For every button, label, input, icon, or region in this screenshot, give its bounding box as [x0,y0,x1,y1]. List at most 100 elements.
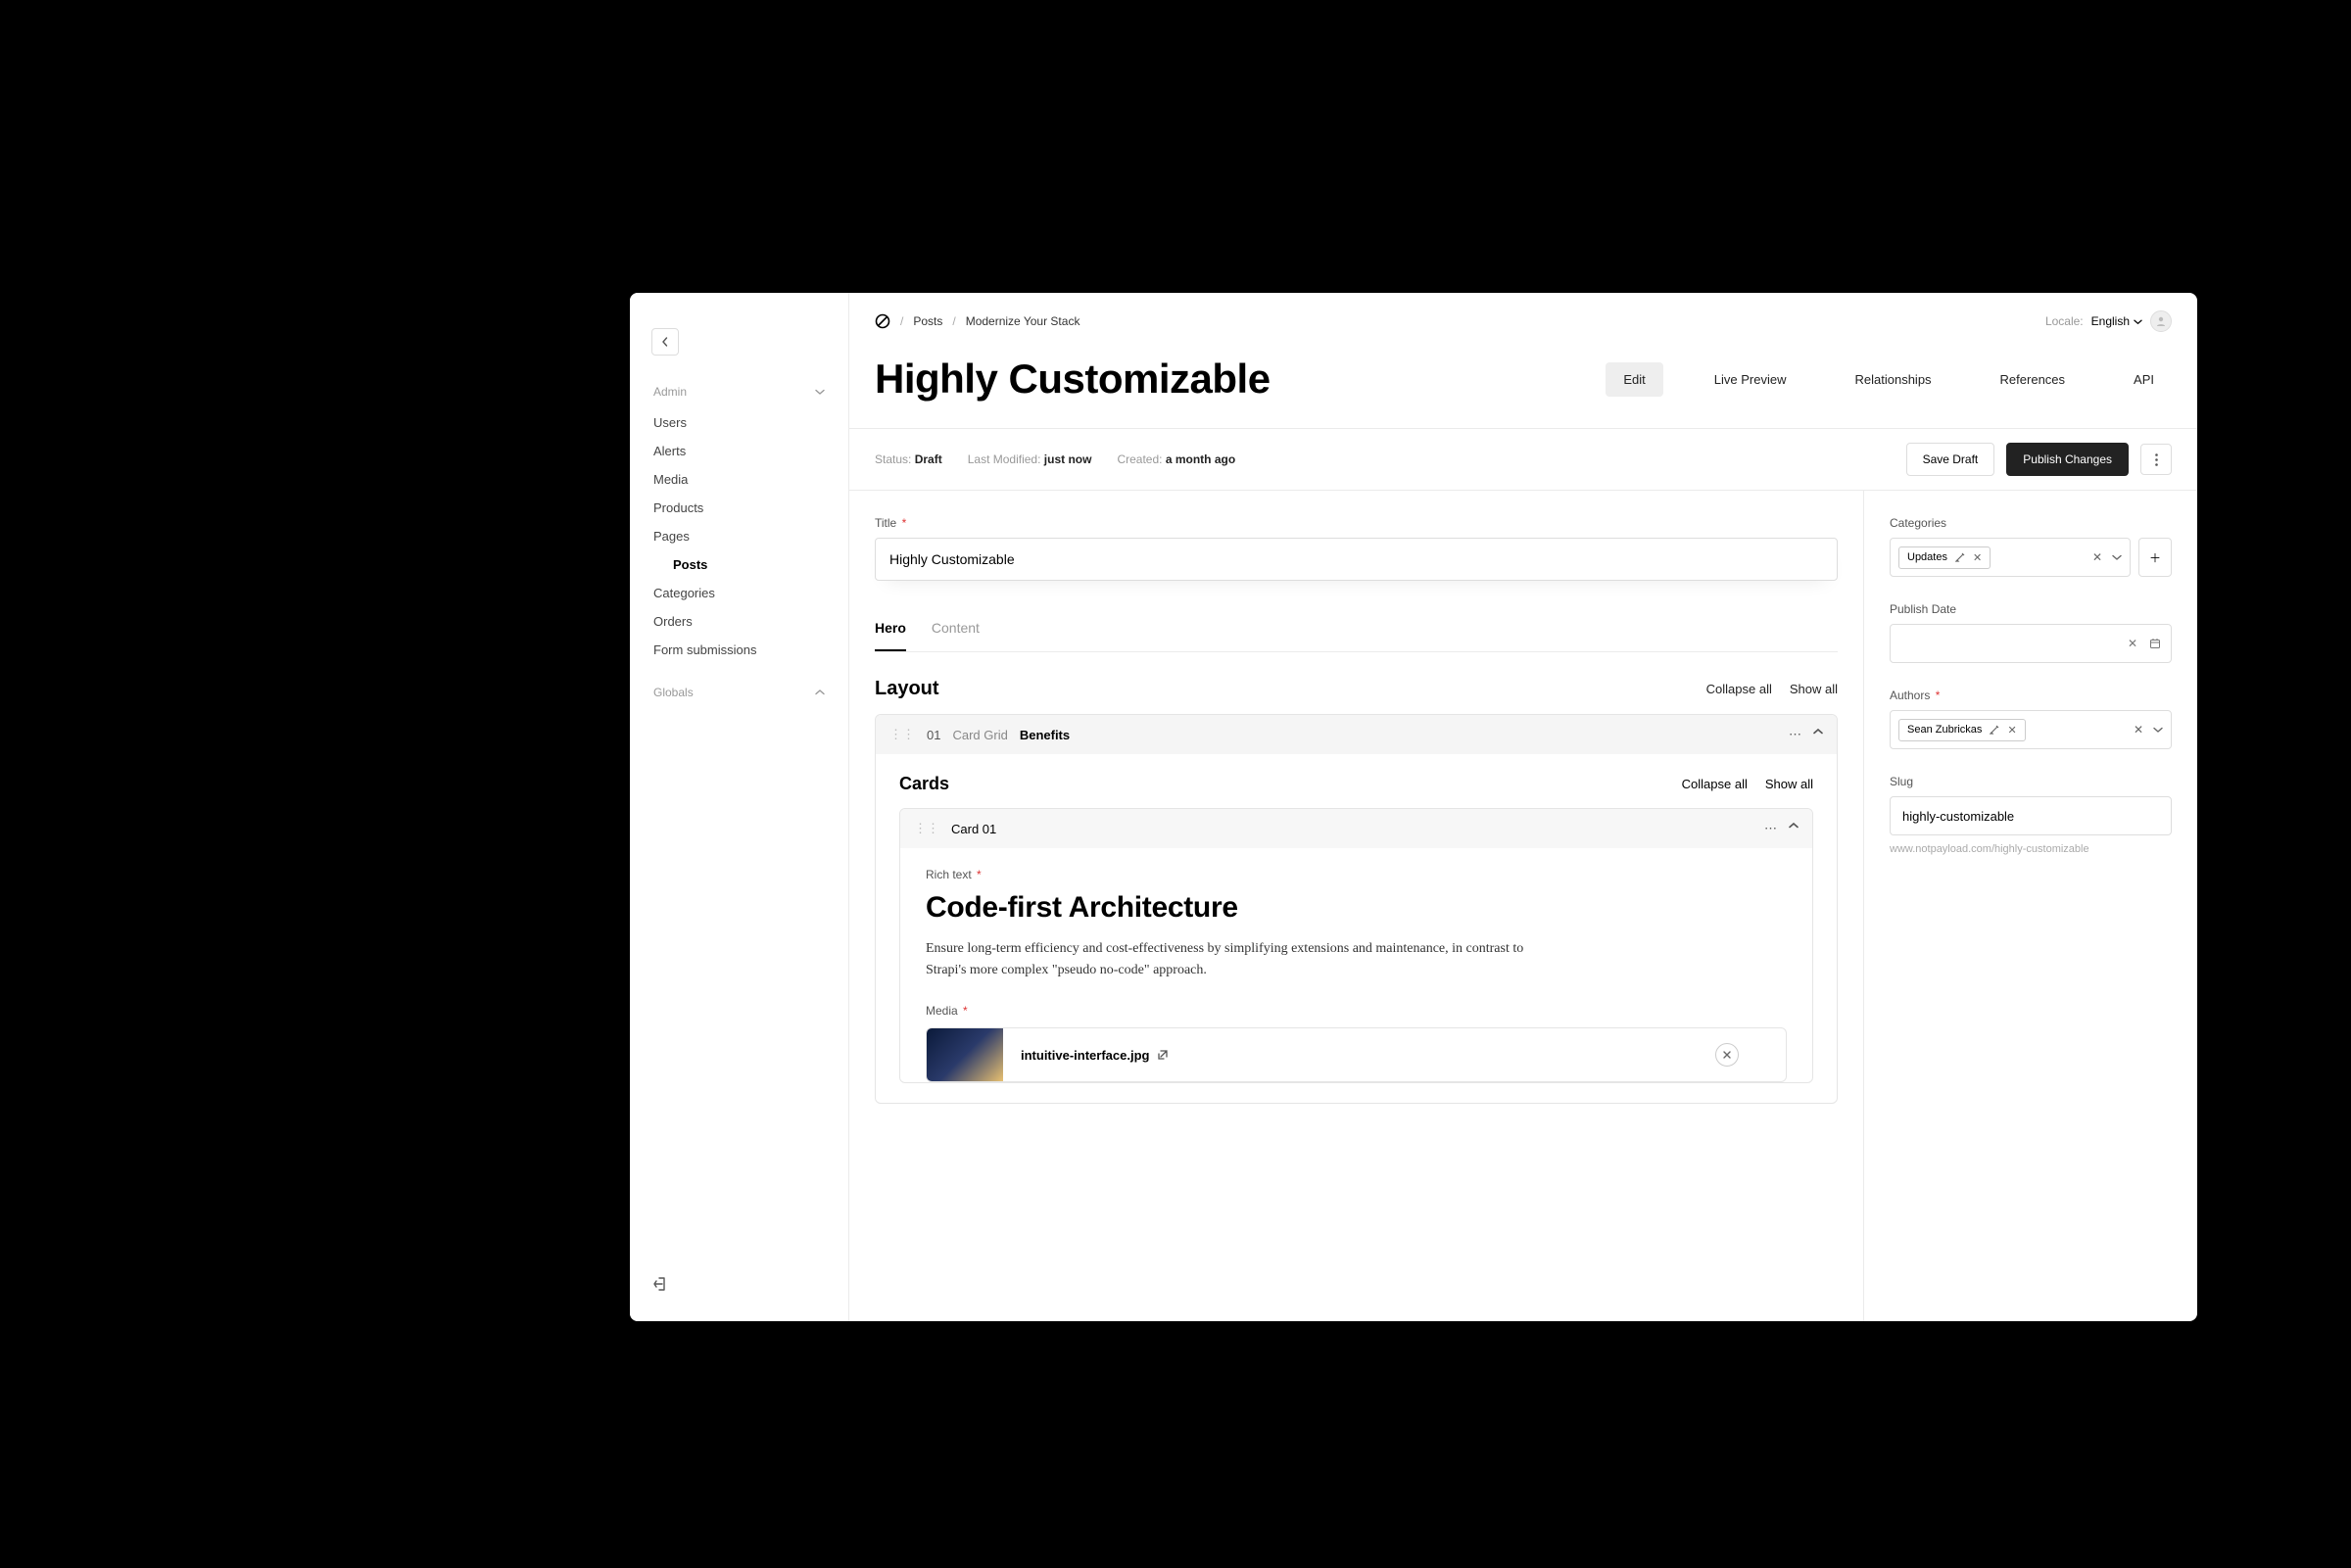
breadcrumb-posts[interactable]: Posts [913,314,942,328]
edit-icon [1955,552,1965,562]
nav-item-pages[interactable]: Pages [653,522,825,550]
created-field: Created: a month ago [1117,452,1235,466]
block-header[interactable]: ⋮⋮ 01 Card Grid Benefits ⋯ [876,715,1837,754]
chevron-up-icon [1789,821,1799,831]
card-more-button[interactable]: ⋯ [1764,821,1777,836]
locale-label: Locale: [2045,314,2084,328]
richtext-heading: Code-first Architecture [926,891,1787,925]
pill-edit-button[interactable] [1990,725,1999,735]
title-input[interactable] [875,538,1838,581]
add-category-button[interactable]: ＋ [2138,538,2172,577]
publish-button[interactable]: Publish Changes [2006,443,2129,476]
app-window: Admin Users Alerts Media Products Pages … [630,293,2197,1321]
kebab-icon [2155,453,2158,466]
tab-references[interactable]: References [1983,362,2083,397]
clear-date-button[interactable]: ✕ [2128,637,2137,650]
pill-remove-button[interactable]: ✕ [1973,551,1982,564]
breadcrumbs: / Posts / Modernize Your Stack [875,313,1080,329]
pill-edit-button[interactable] [1955,552,1965,562]
calendar-button[interactable] [2149,638,2161,649]
category-pill: Updates ✕ [1898,546,1991,569]
categories-field[interactable]: Updates ✕ ✕ [1890,538,2131,577]
tab-api[interactable]: API [2116,362,2172,397]
publish-date-field[interactable]: ✕ [1890,624,2172,663]
save-draft-button[interactable]: Save Draft [1906,443,1995,476]
clear-field-button[interactable]: ✕ [2092,550,2102,564]
locale-selector[interactable]: English [2091,314,2142,328]
external-link-icon [1157,1049,1169,1061]
richtext-editor[interactable]: Code-first Architecture Ensure long-term… [926,891,1787,980]
nav-group-globals[interactable]: Globals [653,680,825,705]
media-thumbnail [927,1028,1003,1081]
nav-item-posts[interactable]: Posts [653,550,825,579]
pill-label: Updates [1907,551,1947,563]
dropdown-button[interactable] [2112,552,2122,562]
pill-remove-button[interactable]: ✕ [2007,724,2016,736]
card-block: ⋮⋮ Card 01 ⋯ Rich text * [899,808,1813,1083]
cards-collapse-all[interactable]: Collapse all [1682,777,1748,791]
slug-input[interactable] [1890,796,2172,835]
block-collapse-button[interactable] [1813,727,1823,742]
card-header[interactable]: ⋮⋮ Card 01 ⋯ [900,809,1812,848]
editor-tabs: Hero Content [875,610,1838,652]
breadcrumb-separator: / [952,314,955,328]
sidebar: Admin Users Alerts Media Products Pages … [630,293,849,1321]
close-icon [1722,1050,1732,1060]
editor-tab-hero[interactable]: Hero [875,610,906,651]
card-name: Card 01 [951,822,996,836]
layout-collapse-all[interactable]: Collapse all [1706,682,1772,696]
last-modified-field: Last Modified: just now [968,452,1092,466]
authors-label: Authors * [1890,689,2172,702]
editor-panel: Title * Hero Content Layout Collapse all… [849,491,1864,1321]
logout-icon [653,1276,669,1292]
clear-field-button[interactable]: ✕ [2134,723,2143,736]
media-field[interactable]: intuitive-interface.jpg [926,1027,1787,1082]
editor-tab-content[interactable]: Content [932,610,980,651]
chevron-left-icon [660,337,670,347]
nav-item-alerts[interactable]: Alerts [653,437,825,465]
more-actions-button[interactable] [2140,444,2172,475]
media-remove-button[interactable] [1715,1043,1739,1067]
tab-live-preview[interactable]: Live Preview [1697,362,1804,397]
tab-relationships[interactable]: Relationships [1838,362,1949,397]
tab-edit[interactable]: Edit [1606,362,1662,397]
drag-handle-icon[interactable]: ⋮⋮ [914,821,939,836]
locale-value: English [2091,314,2130,328]
cards-show-all[interactable]: Show all [1765,777,1813,791]
layout-block: ⋮⋮ 01 Card Grid Benefits ⋯ Cards [875,714,1838,1104]
card-collapse-button[interactable] [1789,821,1799,836]
nav-item-users[interactable]: Users [653,408,825,437]
layout-show-all[interactable]: Show all [1790,682,1838,696]
breadcrumb-current[interactable]: Modernize Your Stack [966,314,1080,328]
chevron-down-icon [815,387,825,397]
block-more-button[interactable]: ⋯ [1789,727,1801,742]
nav-item-orders[interactable]: Orders [653,607,825,636]
page-title: Highly Customizable [875,356,1271,403]
chevron-down-icon [2112,552,2122,562]
nav-list: Users Alerts Media Products Pages Posts … [653,404,825,680]
cards-heading: Cards [899,774,949,794]
categories-label: Categories [1890,516,2172,530]
sidebar-collapse-button[interactable] [651,328,679,356]
dropdown-button[interactable] [2153,725,2163,735]
drag-handle-icon[interactable]: ⋮⋮ [889,727,915,742]
nav-item-products[interactable]: Products [653,494,825,522]
nav-item-form-submissions[interactable]: Form submissions [653,636,825,664]
authors-field[interactable]: Sean Zubrickas ✕ ✕ [1890,710,2172,749]
meta-panel: Categories Updates ✕ ✕ [1864,491,2197,1321]
publish-date-label: Publish Date [1890,602,2172,616]
nav-item-media[interactable]: Media [653,465,825,494]
block-number: 01 [927,728,940,742]
block-type: Card Grid [952,728,1007,742]
nav-item-categories[interactable]: Categories [653,579,825,607]
page-header: Highly Customizable Edit Live Preview Re… [849,340,2197,428]
chevron-up-icon [1813,727,1823,736]
media-filename: intuitive-interface.jpg [1003,1048,1186,1063]
status-field: Status: Draft [875,452,942,466]
main: / Posts / Modernize Your Stack Locale: E… [849,293,2197,1321]
nav-group-label: Admin [653,385,687,399]
nav-group-admin[interactable]: Admin [653,379,825,404]
calendar-icon [2149,638,2161,649]
user-avatar[interactable] [2150,310,2172,332]
logout-button[interactable] [653,1276,669,1292]
